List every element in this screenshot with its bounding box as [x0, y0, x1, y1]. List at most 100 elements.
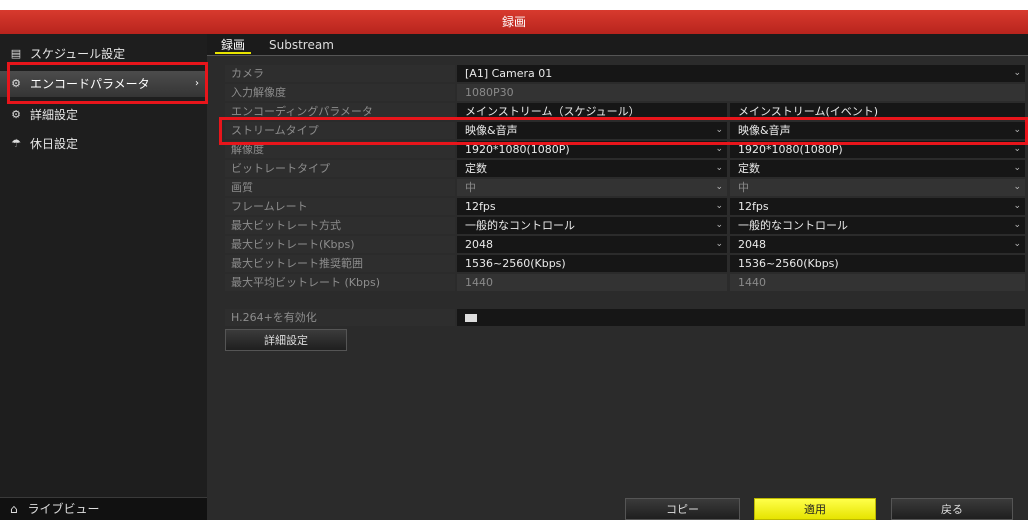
chevron-down-icon: ⌄	[1013, 144, 1021, 154]
home-icon: ⌂	[10, 502, 18, 516]
max-avg-bitrate-event[interactable]: 1440	[730, 274, 1025, 291]
max-bitrate-mode-label: 最大ビットレート方式	[225, 217, 455, 234]
settings-icon: ⚙	[11, 108, 21, 121]
row-max-bitrate-mode: 最大ビットレート方式 一般的なコントロール ⌄ 一般的なコントロール ⌄	[225, 217, 1025, 234]
row-max-bitrate: 最大ビットレート(Kbps) 2048 ⌄ 2048 ⌄	[225, 236, 1025, 253]
stream-type-label: ストリームタイプ	[225, 122, 455, 139]
stream-type-event-value: 映像&音声	[738, 124, 791, 137]
encoding-param-label: エンコーディングパラメータ	[225, 103, 455, 120]
tab-bar: 録画 Substream	[207, 34, 1028, 56]
frame-rate-label: フレームレート	[225, 198, 455, 215]
row-recommended-range: 最大ビットレート推奨範囲 1536~2560(Kbps) 1536~2560(K…	[225, 255, 1025, 272]
stream-type-event-select[interactable]: 映像&音声 ⌄	[730, 122, 1025, 139]
recommended-range-label: 最大ビットレート推奨範囲	[225, 255, 455, 272]
bitrate-type-event-value: 定数	[738, 162, 760, 175]
sidebar-item-encode-params[interactable]: ⚙ エンコードパラメータ ›	[0, 71, 207, 97]
max-avg-bitrate-label: 最大平均ビットレート (Kbps)	[225, 274, 455, 291]
camera-select[interactable]: [A1] Camera 01 ⌄	[457, 65, 1025, 82]
chevron-down-icon: ⌄	[715, 163, 723, 173]
chevron-down-icon: ⌄	[1013, 68, 1021, 78]
apply-button[interactable]: 適用	[754, 498, 876, 520]
input-resolution-value: 1080P30	[457, 84, 1025, 101]
window-title: 録画	[0, 10, 1028, 34]
resolution-event-select[interactable]: 1920*1080(1080P) ⌄	[730, 141, 1025, 158]
row-camera: カメラ [A1] Camera 01 ⌄	[225, 65, 1025, 82]
chevron-down-icon: ⌄	[1013, 125, 1021, 135]
chevron-right-icon: ›	[195, 78, 199, 89]
chevron-down-icon: ⌄	[715, 125, 723, 135]
quality-event-select[interactable]: 中 ⌄	[730, 179, 1025, 196]
chevron-down-icon: ⌄	[1013, 239, 1021, 249]
checkbox-icon	[465, 314, 477, 322]
back-button[interactable]: 戻る	[891, 498, 1013, 520]
umbrella-icon: ☂	[11, 137, 21, 150]
advanced-settings-button[interactable]: 詳細設定	[225, 329, 347, 351]
sidebar-item-label: 詳細設定	[30, 108, 79, 122]
bitrate-type-main-value: 定数	[465, 162, 487, 175]
sidebar-item-label: スケジュール設定	[30, 47, 126, 61]
chevron-down-icon: ⌄	[1013, 220, 1021, 230]
row-stream-type: ストリームタイプ 映像&音声 ⌄ 映像&音声 ⌄	[225, 122, 1025, 139]
chevron-down-icon: ⌄	[715, 201, 723, 211]
max-bitrate-mode-event-value: 一般的なコントロール	[738, 219, 848, 232]
max-avg-bitrate-main[interactable]: 1440	[457, 274, 727, 291]
resolution-main-value: 1920*1080(1080P)	[465, 143, 570, 156]
max-bitrate-main-select[interactable]: 2048 ⌄	[457, 236, 727, 253]
encoding-param-event: メインストリーム(イベント)	[730, 103, 1025, 120]
chevron-down-icon: ⌄	[715, 182, 723, 192]
sidebar-item-holiday[interactable]: ☂ 休日設定	[0, 132, 207, 156]
row-h264plus: H.264+を有効化	[225, 309, 1025, 326]
sidebar: ▤ スケジュール設定 ⚙ エンコードパラメータ › ⚙ 詳細設定 ☂ 休日設定 …	[0, 34, 207, 520]
chevron-down-icon: ⌄	[1013, 201, 1021, 211]
sidebar-item-schedule[interactable]: ▤ スケジュール設定	[0, 42, 207, 66]
resolution-label: 解像度	[225, 141, 455, 158]
chevron-down-icon: ⌄	[715, 144, 723, 154]
tab-substream[interactable]: Substream	[263, 36, 340, 54]
max-bitrate-main-value: 2048	[465, 238, 493, 251]
main-panel: 録画 Substream カメラ [A1] Camera 01 ⌄ 入力解像度 …	[207, 34, 1028, 520]
row-bitrate-type: ビットレートタイプ 定数 ⌄ 定数 ⌄	[225, 160, 1025, 177]
tab-record[interactable]: 録画	[215, 36, 252, 54]
live-view-button[interactable]: ⌂ ライブビュー	[0, 497, 207, 520]
bitrate-type-event-select[interactable]: 定数 ⌄	[730, 160, 1025, 177]
max-bitrate-event-select[interactable]: 2048 ⌄	[730, 236, 1025, 253]
stream-type-main-value: 映像&音声	[465, 124, 518, 137]
frame-rate-event-select[interactable]: 12fps ⌄	[730, 198, 1025, 215]
resolution-event-value: 1920*1080(1080P)	[738, 143, 843, 156]
row-encoding-param: エンコーディングパラメータ メインストリーム（スケジュール） メインストリーム(…	[225, 103, 1025, 120]
chevron-down-icon: ⌄	[715, 220, 723, 230]
row-quality: 画質 中 ⌄ 中 ⌄	[225, 179, 1025, 196]
max-bitrate-mode-main-select[interactable]: 一般的なコントロール ⌄	[457, 217, 727, 234]
h264plus-checkbox[interactable]	[457, 309, 1025, 326]
row-frame-rate: フレームレート 12fps ⌄ 12fps ⌄	[225, 198, 1025, 215]
chevron-down-icon: ⌄	[1013, 182, 1021, 192]
copy-button[interactable]: コピー	[625, 498, 740, 520]
chevron-down-icon: ⌄	[715, 239, 723, 249]
max-bitrate-mode-event-select[interactable]: 一般的なコントロール ⌄	[730, 217, 1025, 234]
quality-main-select[interactable]: 中 ⌄	[457, 179, 727, 196]
quality-label: 画質	[225, 179, 455, 196]
live-view-label: ライブビュー	[27, 502, 100, 516]
sidebar-item-label: エンコードパラメータ	[30, 77, 150, 91]
quality-event-value: 中	[738, 181, 749, 194]
max-bitrate-event-value: 2048	[738, 238, 766, 251]
frame-rate-main-select[interactable]: 12fps ⌄	[457, 198, 727, 215]
max-bitrate-label: 最大ビットレート(Kbps)	[225, 236, 455, 253]
gear-icon: ⚙	[11, 77, 21, 90]
top-strip	[0, 0, 1028, 10]
recommended-range-main: 1536~2560(Kbps)	[457, 255, 727, 272]
chevron-down-icon: ⌄	[1013, 163, 1021, 173]
sidebar-item-label: 休日設定	[30, 137, 79, 151]
quality-main-value: 中	[465, 181, 476, 194]
stream-type-main-select[interactable]: 映像&音声 ⌄	[457, 122, 727, 139]
recommended-range-event: 1536~2560(Kbps)	[730, 255, 1025, 272]
calendar-icon: ▤	[10, 47, 22, 60]
row-input-resolution: 入力解像度 1080P30	[225, 84, 1025, 101]
resolution-main-select[interactable]: 1920*1080(1080P) ⌄	[457, 141, 727, 158]
row-max-avg-bitrate: 最大平均ビットレート (Kbps) 1440 1440	[225, 274, 1025, 291]
bitrate-type-label: ビットレートタイプ	[225, 160, 455, 177]
sidebar-item-advanced[interactable]: ⚙ 詳細設定	[0, 103, 207, 127]
row-resolution: 解像度 1920*1080(1080P) ⌄ 1920*1080(1080P) …	[225, 141, 1025, 158]
bitrate-type-main-select[interactable]: 定数 ⌄	[457, 160, 727, 177]
frame-rate-event-value: 12fps	[738, 200, 769, 213]
